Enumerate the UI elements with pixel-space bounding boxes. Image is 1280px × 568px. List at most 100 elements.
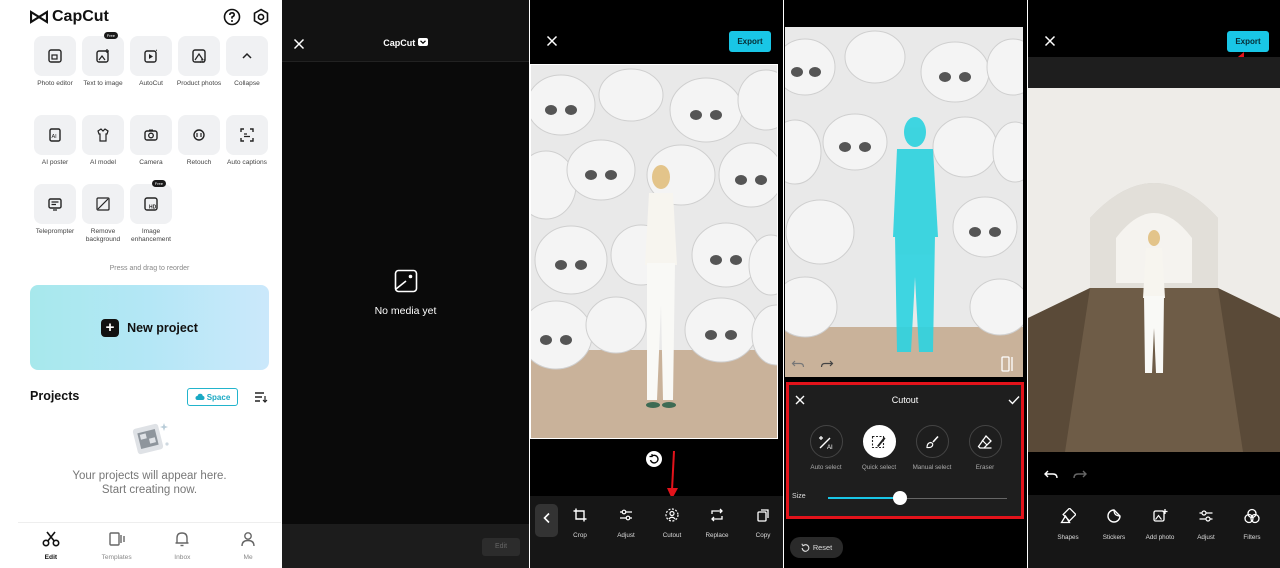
adjust-tool[interactable]: Adjust <box>608 508 644 539</box>
help-icon[interactable] <box>223 8 241 26</box>
manual-select-option[interactable]: Manual select <box>907 425 957 471</box>
close-icon[interactable] <box>546 35 558 47</box>
tool-camera[interactable]: Camera <box>129 115 173 167</box>
new-project-button[interactable]: + New project <box>30 285 269 370</box>
photo-editor-screen: Export Crop Adjust Cutout Replace Copy <box>530 0 783 568</box>
replace-tool[interactable]: Replace <box>699 508 735 539</box>
tool-ai-model[interactable]: AI model <box>81 115 125 167</box>
image-placeholder-icon <box>394 269 418 293</box>
tab-label: Inbox <box>174 554 191 561</box>
tool-label: Adjust <box>1197 534 1215 541</box>
rotate-button[interactable] <box>646 451 662 467</box>
crop-icon <box>573 508 587 522</box>
export-button[interactable]: Export <box>1227 31 1269 52</box>
photo-canvas[interactable] <box>1028 88 1280 452</box>
home-screen: CapCut Photo editor Free Text to image A… <box>18 0 281 568</box>
empty-canvas <box>282 62 529 524</box>
tool-label: Shapes <box>1057 534 1079 541</box>
sliders-icon <box>620 509 632 521</box>
edit-button[interactable]: Edit <box>482 538 520 556</box>
photo-canvas[interactable] <box>530 64 778 439</box>
space-button[interactable]: Space <box>187 388 238 406</box>
shapes-icon <box>1060 507 1077 524</box>
tool-ai-poster[interactable]: AI AI poster <box>33 115 77 167</box>
tool-autocut[interactable]: AutoCut <box>129 36 173 88</box>
tool-label: Auto captions <box>227 159 267 166</box>
new-project-label: New project <box>127 320 198 335</box>
crop-tool[interactable]: Crop <box>562 508 598 539</box>
option-label: Eraser <box>975 464 995 471</box>
projects-title: Projects <box>30 389 80 403</box>
app-title-dropdown[interactable]: CapCut <box>282 38 529 48</box>
cutout-tool[interactable]: Cutout <box>654 508 690 539</box>
quick-select-option[interactable]: Quick select <box>854 425 904 471</box>
quick-select-icon <box>871 435 886 448</box>
tool-product-photos[interactable]: AI Product photos <box>177 36 221 88</box>
tool-auto-captions[interactable]: Auto captions <box>225 115 269 167</box>
auto-select-option[interactable]: AI Auto select <box>801 425 851 471</box>
add-photo-tool[interactable]: Add photo <box>1140 508 1180 541</box>
reset-button[interactable]: Reset <box>790 537 843 558</box>
empty-line-2: Start creating now. <box>101 484 198 496</box>
sort-icon[interactable] <box>254 391 268 403</box>
tab-edit[interactable]: Edit <box>18 523 84 568</box>
auto-select-icon: AI <box>819 435 833 450</box>
copy-tool[interactable]: Copy <box>745 508 781 539</box>
autocut-icon <box>144 49 157 63</box>
redo-icon[interactable] <box>1072 468 1088 482</box>
tab-inbox[interactable]: Inbox <box>150 523 216 568</box>
back-button[interactable] <box>535 504 558 537</box>
filters-tool[interactable]: Filters <box>1232 508 1272 541</box>
tool-label: Add photo <box>1145 534 1175 541</box>
tool-label: Image enhancement <box>131 228 171 243</box>
option-label: Quick select <box>861 464 897 471</box>
eraser-option[interactable]: Eraser <box>960 425 1010 471</box>
export-button[interactable]: Export <box>729 31 771 52</box>
reset-label: Reset <box>812 543 833 552</box>
tab-label: Me <box>243 554 253 561</box>
redo-icon[interactable] <box>820 357 834 371</box>
photo-editor-icon <box>48 49 62 63</box>
compare-icon[interactable] <box>1000 356 1014 372</box>
tab-label: Edit <box>44 554 58 561</box>
stickers-tool[interactable]: Stickers <box>1094 508 1134 541</box>
eraser-icon <box>977 434 992 449</box>
undo-icon[interactable] <box>1043 468 1059 482</box>
tool-text-to-image[interactable]: Free Text to image <box>81 32 125 88</box>
reset-icon <box>801 543 810 552</box>
tool-teleprompter[interactable]: Teleprompter <box>33 184 77 236</box>
product-photos-icon: AI <box>192 49 206 64</box>
tab-me[interactable]: Me <box>215 523 281 568</box>
add-photo-icon <box>1153 509 1168 522</box>
tool-collapse[interactable]: Collapse <box>225 36 269 88</box>
option-label: Manual select <box>912 464 952 471</box>
tool-image-enhancement[interactable]: Free HD Image enhancement <box>129 180 173 244</box>
svg-text:AI: AI <box>52 134 58 140</box>
shapes-tool[interactable]: Shapes <box>1048 507 1088 541</box>
close-icon[interactable] <box>1044 35 1056 47</box>
empty-line-1: Your projects will appear here. <box>72 470 227 482</box>
top-band <box>1028 57 1280 88</box>
image-enhancement-icon: HD <box>144 197 158 211</box>
tool-label: Stickers <box>1102 534 1126 541</box>
chevron-up-icon <box>242 52 252 59</box>
brush-icon <box>926 435 939 448</box>
tool-retouch[interactable]: Retouch <box>177 115 221 167</box>
checkmark-icon[interactable] <box>1008 395 1020 405</box>
tool-label: Cutout <box>662 532 682 539</box>
photo-canvas[interactable] <box>785 27 1023 377</box>
copy-icon <box>757 509 769 522</box>
rotate-icon <box>649 454 659 464</box>
size-slider-handle[interactable] <box>892 491 907 505</box>
settings-icon[interactable] <box>252 8 270 26</box>
remove-background-icon <box>96 197 110 211</box>
plus-icon: + <box>101 318 120 337</box>
adjust-tool[interactable]: Adjust <box>1186 508 1226 541</box>
cutout-panel: Cutout AI Auto select Quick select Manua… <box>786 382 1024 519</box>
tool-photo-editor[interactable]: Photo editor <box>33 36 77 88</box>
undo-icon[interactable] <box>791 357 805 371</box>
tool-remove-background[interactable]: Remove background <box>81 184 125 244</box>
cutout-icon <box>665 508 679 522</box>
tab-templates[interactable]: Templates <box>84 523 150 568</box>
red-arrow-annotation-icon <box>667 450 678 499</box>
